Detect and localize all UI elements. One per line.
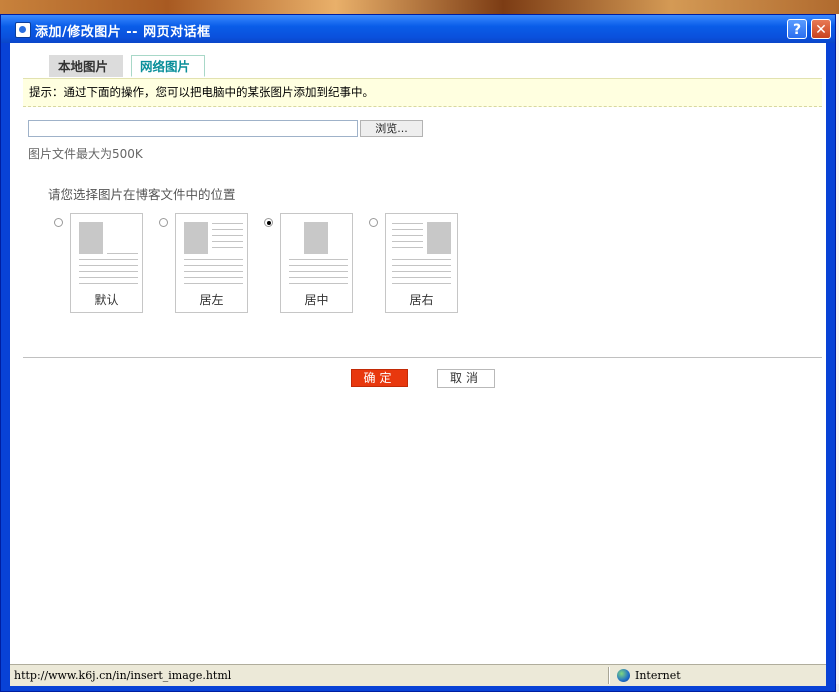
position-radio-center[interactable] (264, 218, 273, 227)
position-option-right[interactable]: 居右 (385, 213, 458, 313)
status-separator (608, 667, 609, 684)
text-line (392, 235, 423, 236)
text-line (392, 223, 423, 224)
position-option-center[interactable]: 居中 (280, 213, 353, 313)
text-line (289, 277, 348, 278)
globe-icon (617, 669, 630, 682)
text-line (184, 283, 243, 284)
tip-message: 提示：通过下面的操作，您可以把电脑中的某张图片添加到纪事中。 (23, 78, 822, 107)
text-line (79, 277, 138, 278)
dialog-title-bar[interactable]: 添加/修改图片 -- 网页对话框 ? ✕ (1, 15, 835, 43)
text-line (392, 271, 451, 272)
web-dialog-window: 添加/修改图片 -- 网页对话框 ? ✕ 本地图片 网络图片 提示：通过下面的操… (0, 14, 836, 692)
ok-button[interactable]: 确定 (351, 369, 408, 387)
text-line (184, 265, 243, 266)
position-radio-right[interactable] (369, 218, 378, 227)
text-line (212, 229, 243, 230)
text-line (184, 271, 243, 272)
text-line (212, 247, 243, 248)
position-option-left[interactable]: 居左 (175, 213, 248, 313)
position-option-default[interactable]: 默认 (70, 213, 143, 313)
security-zone-label: Internet (635, 669, 681, 682)
tab-local-image[interactable]: 本地图片 (49, 55, 123, 77)
position-label: 请您选择图片在博客文件中的位置 (48, 187, 236, 202)
text-line (212, 235, 243, 236)
image-placeholder-icon (427, 222, 451, 254)
text-line (289, 265, 348, 266)
text-line (392, 283, 451, 284)
cancel-button[interactable]: 取消 (437, 369, 495, 388)
help-button[interactable]: ? (787, 19, 807, 39)
text-line (212, 223, 243, 224)
status-bar: http://www.k6j.cn/in/insert_image.html I… (10, 664, 826, 686)
background-photo (0, 0, 839, 14)
text-line (289, 259, 348, 260)
text-line (392, 229, 423, 230)
status-url: http://www.k6j.cn/in/insert_image.html (14, 669, 232, 682)
text-line (392, 259, 451, 260)
tab-web-image[interactable]: 网络图片 (131, 55, 205, 77)
text-line (79, 271, 138, 272)
text-line (289, 271, 348, 272)
text-line (392, 247, 423, 248)
position-caption-center: 居中 (304, 293, 329, 307)
text-line (289, 283, 348, 284)
text-line (79, 265, 138, 266)
text-line (184, 277, 243, 278)
text-line (79, 259, 138, 260)
file-path-input[interactable] (28, 120, 358, 137)
position-radio-default[interactable] (54, 218, 63, 227)
text-line (392, 241, 423, 242)
text-line (392, 265, 451, 266)
position-caption-default: 默认 (94, 293, 119, 307)
text-line (212, 241, 243, 242)
position-caption-left: 居左 (199, 293, 224, 307)
browse-button[interactable]: 浏览... (360, 120, 423, 137)
file-size-hint: 图片文件最大为500K (28, 147, 143, 161)
dialog-content: 本地图片 网络图片 提示：通过下面的操作，您可以把电脑中的某张图片添加到纪事中。… (10, 43, 826, 664)
position-caption-right: 居右 (409, 293, 434, 307)
ie-page-icon (15, 22, 31, 38)
image-placeholder-icon (79, 222, 103, 254)
close-button[interactable]: ✕ (811, 19, 831, 39)
image-placeholder-icon (304, 222, 328, 254)
image-placeholder-icon (184, 222, 208, 254)
divider (23, 357, 822, 358)
dialog-title: 添加/修改图片 -- 网页对话框 (35, 25, 211, 40)
text-line (184, 259, 243, 260)
position-radio-left[interactable] (159, 218, 168, 227)
text-line (392, 277, 451, 278)
text-line (107, 253, 138, 254)
text-line (79, 283, 138, 284)
